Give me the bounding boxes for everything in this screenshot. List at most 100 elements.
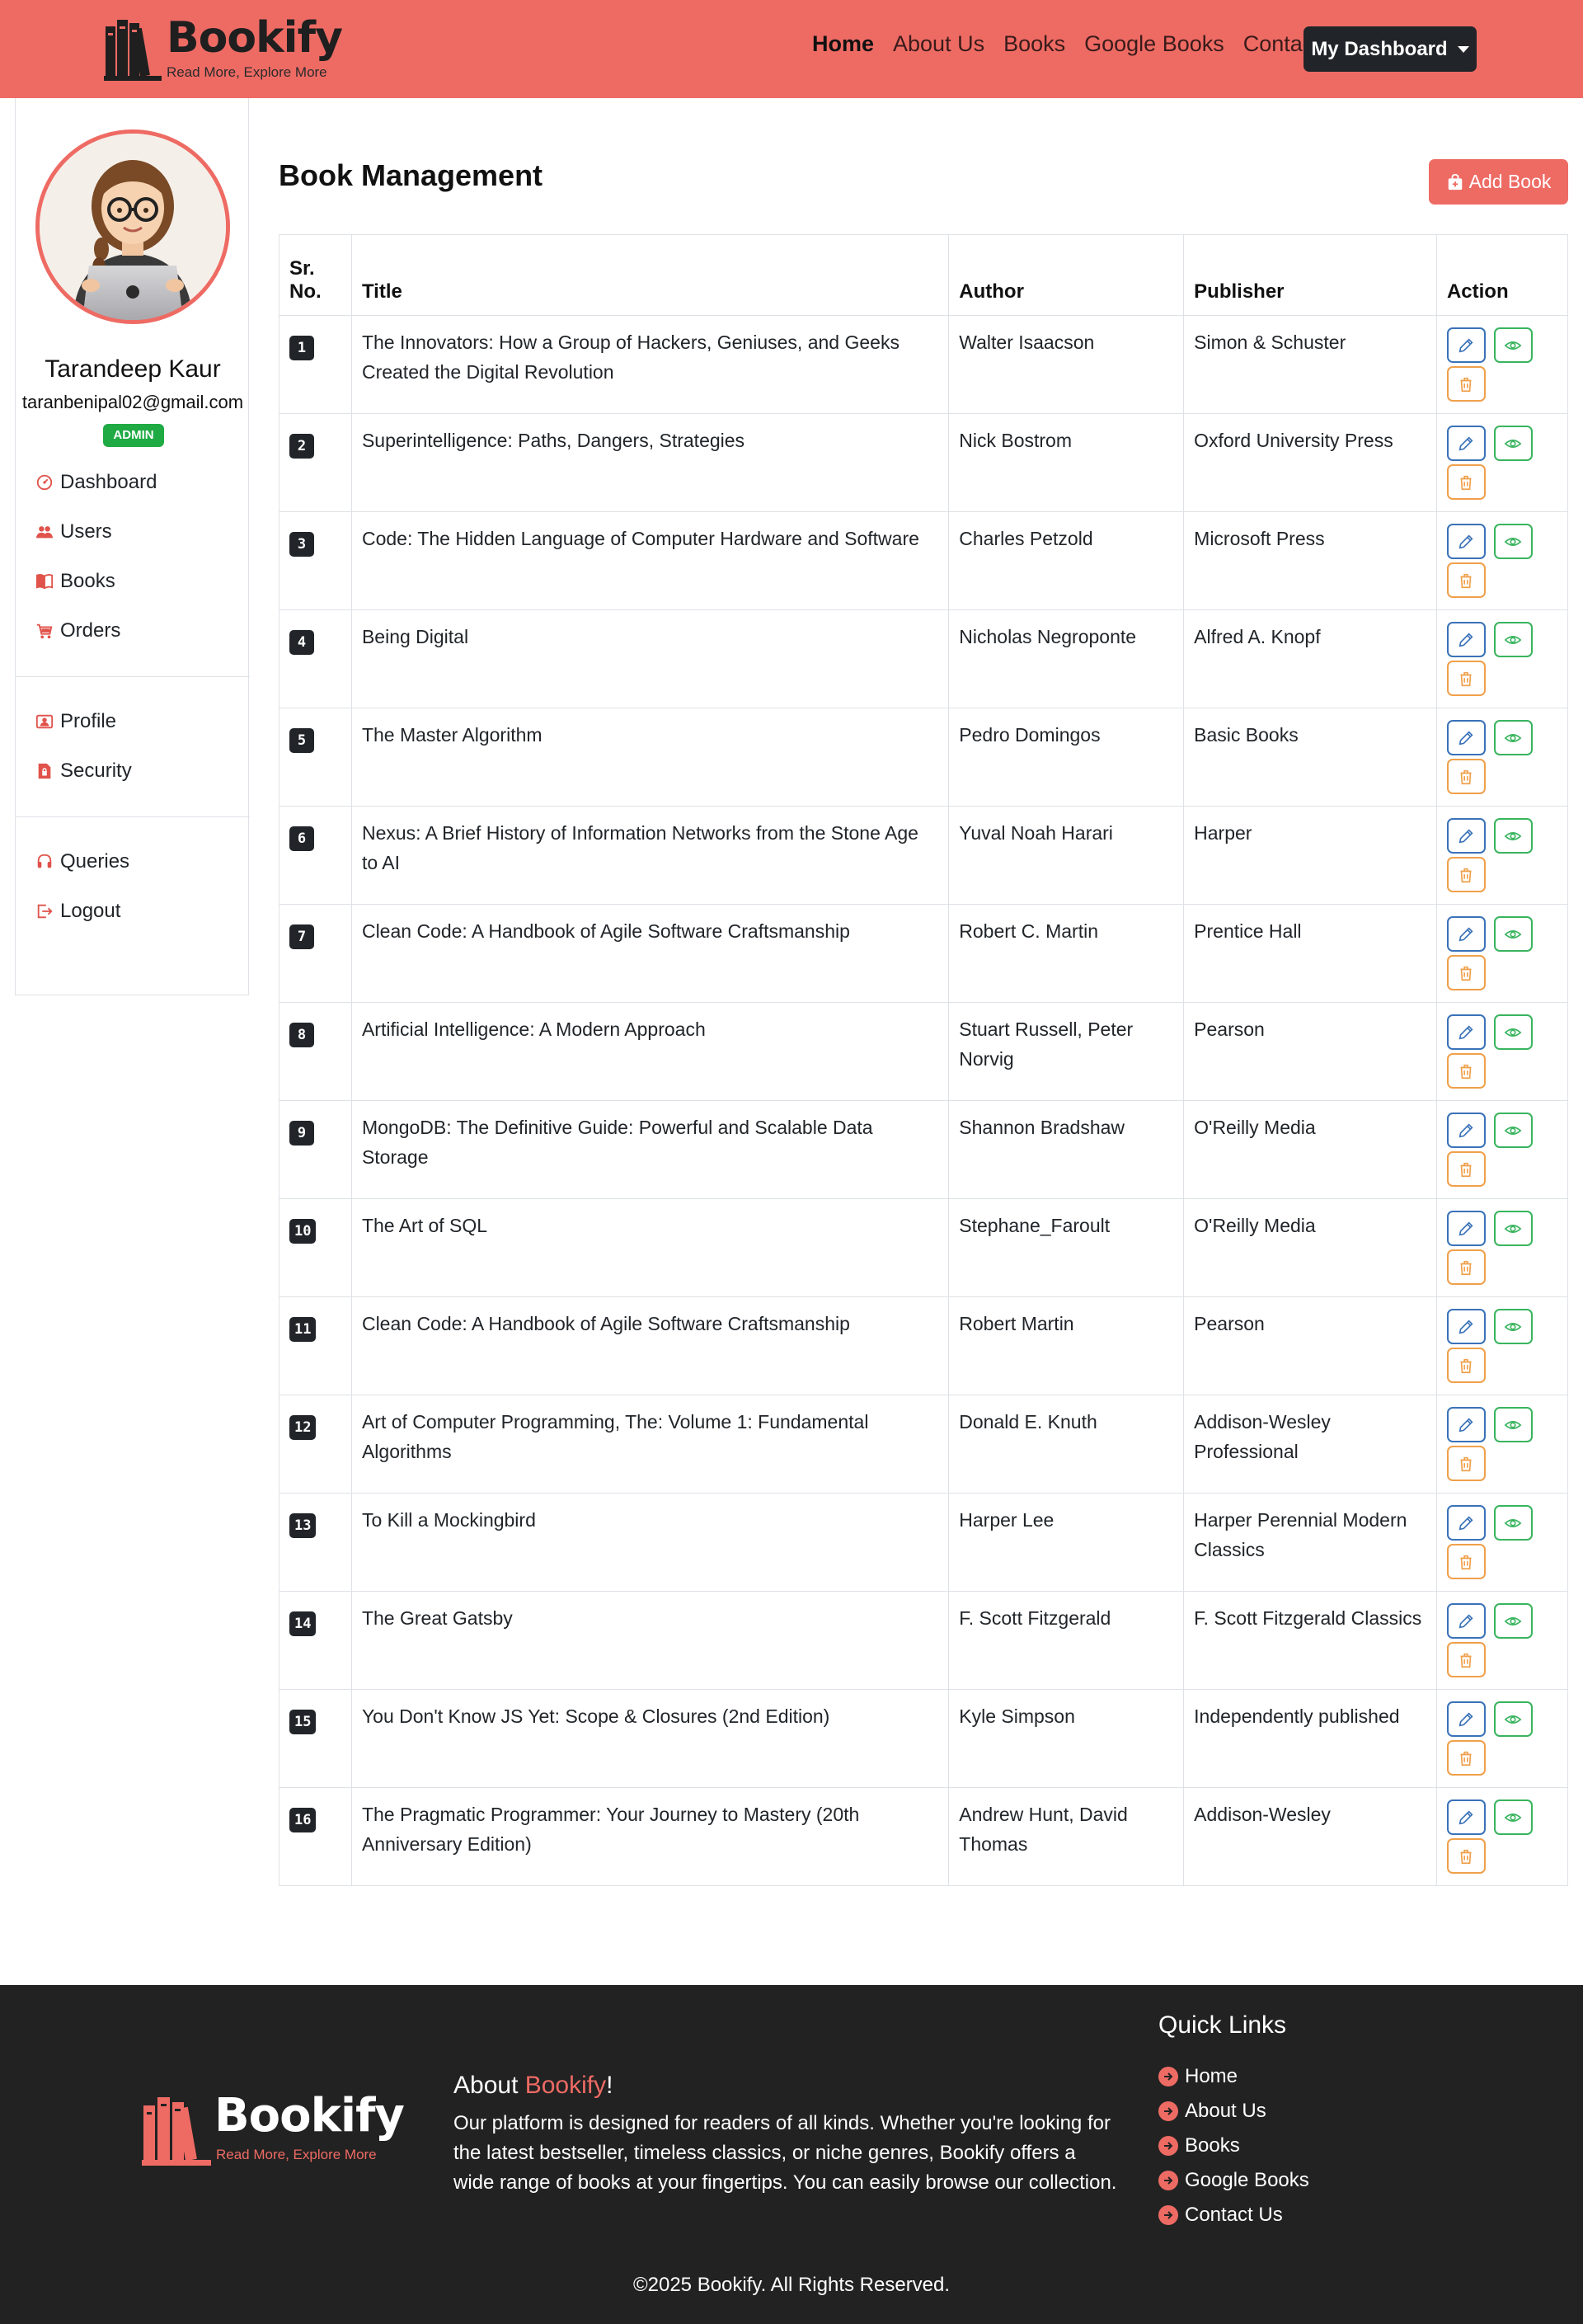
sidebar-item-books[interactable]: Books <box>35 570 115 593</box>
view-button[interactable] <box>1493 1407 1533 1442</box>
view-button[interactable] <box>1493 1211 1533 1246</box>
logout-icon <box>37 904 53 919</box>
table-row: 11 Clean Code: A Handbook of Agile Softwa… <box>279 1296 1569 1395</box>
nav-books[interactable]: Books <box>1003 31 1065 57</box>
add-book-label: Add Book <box>1468 171 1552 192</box>
delete-button[interactable] <box>1446 1544 1486 1579</box>
edit-button[interactable] <box>1446 1113 1486 1148</box>
delete-button[interactable] <box>1446 1348 1486 1383</box>
trash-icon <box>1457 1553 1475 1571</box>
add-book-button[interactable]: Add Book <box>1429 159 1568 205</box>
quick-link-about-us[interactable]: About Us <box>1158 2094 1309 2129</box>
edit-button[interactable] <box>1446 1211 1486 1246</box>
table-row: 1 The Innovators: How a Group of Hackers,… <box>279 315 1569 414</box>
eye-icon <box>1504 1023 1522 1042</box>
quick-link-contact-us[interactable]: Contact Us <box>1158 2198 1309 2232</box>
edit-button[interactable] <box>1446 426 1486 461</box>
delete-button[interactable] <box>1446 1249 1486 1285</box>
cell-sr-no: 4 <box>279 609 352 708</box>
delete-button[interactable] <box>1446 1446 1486 1481</box>
edit-button[interactable] <box>1446 720 1486 755</box>
view-button[interactable] <box>1493 1799 1533 1835</box>
sidebar-item-security[interactable]: Security <box>35 760 132 783</box>
sidebar-item-dashboard[interactable]: Dashboard <box>35 471 157 494</box>
edit-button[interactable] <box>1446 1603 1486 1639</box>
pencil-icon <box>1457 336 1475 355</box>
cell-action <box>1435 609 1569 708</box>
edit-button[interactable] <box>1446 622 1486 657</box>
view-button[interactable] <box>1493 1701 1533 1737</box>
cell-publisher: Harper Perennial Modern Classics <box>1183 1493 1437 1592</box>
cell-sr-no: 1 <box>279 315 352 414</box>
edit-button[interactable] <box>1446 524 1486 559</box>
view-button[interactable] <box>1493 1113 1533 1148</box>
cell-title: Art of Computer Programming, The: Volume… <box>350 1395 950 1494</box>
view-button[interactable] <box>1493 327 1533 363</box>
delete-button[interactable] <box>1446 955 1486 990</box>
cell-publisher: Microsoft Press <box>1183 511 1437 610</box>
view-button[interactable] <box>1493 818 1533 854</box>
delete-button[interactable] <box>1446 857 1486 892</box>
view-button[interactable] <box>1493 1014 1533 1050</box>
view-button[interactable] <box>1493 1309 1533 1344</box>
view-button[interactable] <box>1493 720 1533 755</box>
my-dashboard-dropdown[interactable]: My Dashboard <box>1304 26 1477 72</box>
delete-button[interactable] <box>1446 366 1486 402</box>
nav-about-us[interactable]: About Us <box>893 31 984 57</box>
quick-link-home[interactable]: Home <box>1158 2059 1309 2094</box>
trash-icon <box>1457 473 1475 492</box>
cell-sr-no: 3 <box>279 511 352 610</box>
cell-title: The Master Algorithm <box>350 708 950 807</box>
delete-button[interactable] <box>1446 1642 1486 1677</box>
edit-button[interactable] <box>1446 1701 1486 1737</box>
quick-link-label: Home <box>1185 2065 1238 2087</box>
quick-link-google-books[interactable]: Google Books <box>1158 2163 1309 2198</box>
sidebar-item-queries[interactable]: Queries <box>35 850 129 873</box>
view-button[interactable] <box>1493 916 1533 952</box>
view-button[interactable] <box>1493 426 1533 461</box>
sr-no-badge: 6 <box>289 826 314 851</box>
nav-google-books[interactable]: Google Books <box>1084 31 1224 57</box>
delete-button[interactable] <box>1446 562 1486 598</box>
edit-button[interactable] <box>1446 1309 1486 1344</box>
col-header-sr-no: Sr. No. <box>279 234 352 316</box>
edit-button[interactable] <box>1446 818 1486 854</box>
brand-logo[interactable]: Bookify Read More, Explore More <box>104 13 343 82</box>
sidebar-divider <box>16 676 250 677</box>
table-body: 1 The Innovators: How a Group of Hackers,… <box>279 315 1569 1886</box>
sidebar-item-label: Orders <box>60 619 121 642</box>
pencil-icon <box>1457 925 1475 943</box>
view-button[interactable] <box>1493 1505 1533 1541</box>
edit-button[interactable] <box>1446 916 1486 952</box>
row-actions <box>1446 524 1554 598</box>
sr-no-badge: 8 <box>289 1023 314 1047</box>
view-button[interactable] <box>1493 1603 1533 1639</box>
sidebar-item-orders[interactable]: Orders <box>35 619 120 642</box>
sidebar-item-profile[interactable]: Profile <box>35 710 116 733</box>
delete-button[interactable] <box>1446 759 1486 794</box>
edit-button[interactable] <box>1446 1799 1486 1835</box>
sidebar-item-logout[interactable]: Logout <box>35 900 120 923</box>
edit-button[interactable] <box>1446 1407 1486 1442</box>
cell-author: Nicholas Negroponte <box>948 609 1185 708</box>
edit-button[interactable] <box>1446 327 1486 363</box>
view-button[interactable] <box>1493 622 1533 657</box>
delete-button[interactable] <box>1446 1838 1486 1874</box>
delete-button[interactable] <box>1446 661 1486 696</box>
cell-sr-no: 15 <box>279 1689 352 1788</box>
delete-button[interactable] <box>1446 1740 1486 1776</box>
delete-button[interactable] <box>1446 464 1486 500</box>
view-button[interactable] <box>1493 524 1533 559</box>
sidebar-item-users[interactable]: Users <box>35 520 112 543</box>
edit-button[interactable] <box>1446 1505 1486 1541</box>
cell-sr-no: 5 <box>279 708 352 807</box>
quick-link-books[interactable]: Books <box>1158 2129 1309 2163</box>
edit-button[interactable] <box>1446 1014 1486 1050</box>
delete-button[interactable] <box>1446 1151 1486 1187</box>
delete-button[interactable] <box>1446 1053 1486 1089</box>
eye-icon <box>1504 533 1522 551</box>
quick-link-label: Books <box>1185 2134 1240 2157</box>
sr-no-badge: 7 <box>289 924 314 949</box>
nav-home[interactable]: Home <box>812 31 874 57</box>
row-actions <box>1446 720 1554 794</box>
